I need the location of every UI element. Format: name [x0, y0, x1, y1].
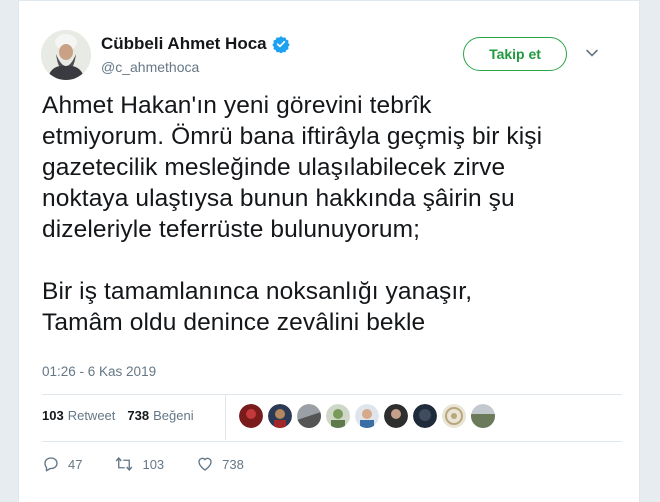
- name-row: Cübbeli Ahmet Hoca: [101, 34, 290, 54]
- liker-avatar[interactable]: [384, 404, 408, 428]
- tweet-actions: 47 103 738: [42, 455, 276, 473]
- tweet-stats: 103 Retweet 738 Beğeni: [42, 408, 206, 423]
- follow-button[interactable]: Takip et: [463, 37, 567, 71]
- heart-icon: [198, 457, 212, 471]
- like-count: 738: [222, 456, 244, 472]
- display-name[interactable]: Cübbeli Ahmet Hoca: [101, 34, 267, 54]
- divider: [42, 394, 622, 395]
- tweet-timestamp[interactable]: 01:26 - 6 Kas 2019: [42, 364, 156, 379]
- liker-avatar[interactable]: [413, 404, 437, 428]
- avatar-image: [41, 30, 91, 80]
- liker-avatar[interactable]: [268, 404, 292, 428]
- divider: [42, 441, 622, 442]
- tweet-line: gazetecilik mesleğinde ulaşılabilecek zi…: [42, 154, 506, 181]
- tweet-line: Bir iş tamamlanınca noksanlığı yanaşır,: [42, 278, 473, 305]
- liker-avatar[interactable]: [326, 404, 350, 428]
- retweet-stat-count: 103: [42, 408, 64, 423]
- tweet-text: Ahmet Hakan'ın yeni görevini tebrîk etmi…: [42, 90, 622, 338]
- liker-avatar[interactable]: [297, 404, 321, 428]
- retweet-button[interactable]: 103: [114, 455, 164, 473]
- like-stat[interactable]: 738 Beğeni: [127, 408, 193, 423]
- user-handle[interactable]: @c_ahmethoca: [101, 59, 199, 75]
- chevron-down-icon[interactable]: [585, 46, 599, 60]
- like-button[interactable]: 738: [196, 455, 244, 473]
- avatar[interactable]: [41, 30, 91, 80]
- retweet-stat-label: Retweet: [67, 408, 116, 423]
- reply-count: 47: [68, 456, 83, 472]
- tweet-line: Tamâm oldu denince zevâlini bekle: [42, 309, 426, 336]
- liker-avatars: [239, 404, 500, 428]
- liker-avatar[interactable]: [442, 404, 466, 428]
- retweet-stat[interactable]: 103 Retweet: [42, 408, 115, 423]
- liker-avatar[interactable]: [471, 404, 495, 428]
- verified-badge-icon: [271, 35, 290, 54]
- tweet-line: Ahmet Hakan'ın yeni görevini tebrîk: [42, 92, 432, 119]
- tweet-line: etmiyorum. Ömrü bana iftirâyla geçmiş bi…: [42, 123, 543, 150]
- retweet-icon: [116, 456, 133, 472]
- top-border: [19, 0, 639, 1]
- tweet-line: noktaya ulaştıysa bunun hakkında şâirin …: [42, 185, 515, 212]
- retweet-count: 103: [142, 456, 165, 472]
- reply-icon: [44, 457, 58, 472]
- liker-avatar[interactable]: [355, 404, 379, 428]
- tweet-line: dizeleriyle teferrüste bulunuyorum;: [42, 216, 420, 243]
- stats-separator: [225, 394, 226, 440]
- reply-button[interactable]: 47: [42, 455, 82, 473]
- like-stat-count: 738: [127, 408, 150, 423]
- like-stat-label: Beğeni: [153, 408, 194, 423]
- liker-avatar[interactable]: [239, 404, 263, 428]
- tweet-card: Cübbeli Ahmet Hoca @c_ahmethoca Takip et…: [18, 0, 640, 502]
